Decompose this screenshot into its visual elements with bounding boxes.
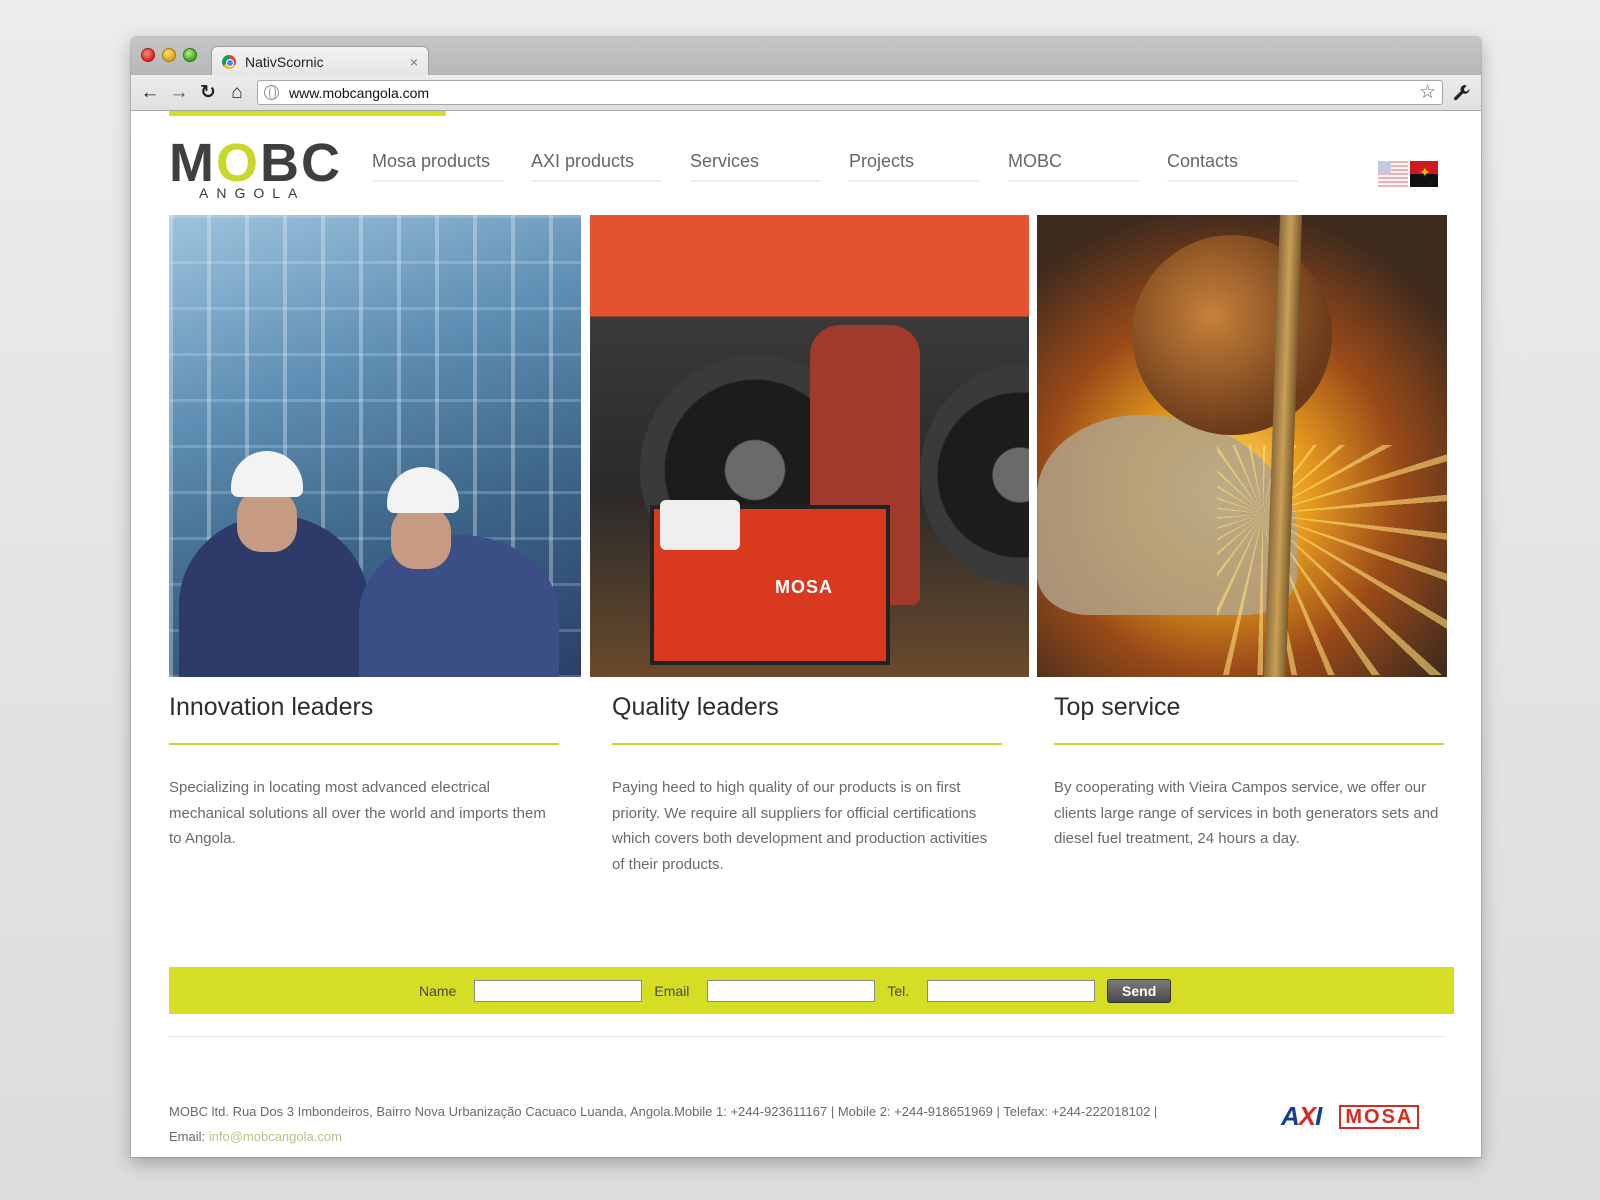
footer-email-line: Email: info@mobcangola.com [169, 1124, 1229, 1149]
logo-wordmark: MOBC [169, 133, 342, 193]
feature-text: By cooperating with Vieira Campos servic… [1054, 779, 1439, 847]
nav-item-contacts[interactable]: Contacts [1167, 151, 1326, 182]
tel-field[interactable] [927, 979, 1096, 1002]
name-label: Name [419, 982, 457, 999]
footer-email-label: Email: [169, 1129, 206, 1144]
browser-toolbar: ← → ↻ ⌂ www.mobcangola.com ☆ [131, 75, 1481, 111]
nav-item-services[interactable]: Services [690, 151, 849, 182]
reload-icon[interactable]: ↻ [195, 80, 221, 106]
logo-subtitle: ANGOLA [199, 185, 306, 201]
browser-tab[interactable]: NativScornic × [211, 46, 429, 76]
footer-contact-info: MOBC ltd. Rua Dos 3 Imbondeiros, Bairro … [169, 1099, 1229, 1149]
us-flag-icon[interactable] [1378, 161, 1408, 187]
feature-text: Specializing in locating most advanced e… [169, 779, 546, 847]
url-text[interactable]: www.mobcangola.com [289, 85, 1419, 101]
feature-title: Quality leaders [612, 693, 1002, 745]
send-button[interactable]: Send [1107, 978, 1172, 1003]
tab-close-icon[interactable]: × [410, 54, 418, 70]
mosa-logo[interactable]: MOSA [1339, 1104, 1420, 1129]
web-page: MOBC ANGOLA Mosa products AXI products S… [131, 111, 1481, 1157]
footer-divider [169, 1036, 1444, 1037]
browser-titlebar: NativScornic × [131, 37, 1481, 76]
nav-item-axi-products[interactable]: AXI products [531, 151, 690, 182]
tel-label: Tel. [887, 982, 910, 999]
contact-form: Name Email Tel. Send [169, 967, 1454, 1014]
footer-email-link[interactable]: info@mobcangola.com [209, 1129, 342, 1144]
maximize-window-icon[interactable] [183, 48, 197, 62]
axi-logo[interactable]: AXI [1281, 1101, 1322, 1132]
browser-window: NativScornic × ← → ↻ ⌂ www.mobcangola.co… [131, 37, 1481, 1157]
tab-title: NativScornic [245, 53, 324, 70]
nav-item-mobc[interactable]: MOBC [1008, 151, 1167, 182]
feature-column-service: Top service By cooperating with Vieira C… [1054, 693, 1444, 852]
feature-column-innovation: Innovation leaders Specializing in locat… [169, 693, 559, 852]
feature-title: Top service [1054, 693, 1444, 745]
email-field[interactable] [707, 979, 876, 1002]
back-arrow-icon[interactable]: ← [137, 80, 163, 106]
nav-item-mosa-products[interactable]: Mosa products [372, 151, 531, 182]
chrome-favicon-icon [222, 54, 236, 69]
page-load-progress-bar [169, 111, 446, 116]
hero-image-welder [1037, 215, 1447, 677]
email-label: Email [654, 982, 690, 999]
feature-title: Innovation leaders [169, 693, 559, 745]
close-window-icon[interactable] [141, 48, 155, 62]
partner-logos: AXI MOSA [1281, 1101, 1420, 1132]
footer-address: MOBC ltd. Rua Dos 3 Imbondeiros, Bairro … [169, 1104, 1158, 1119]
feature-text: Paying heed to high quality of our produ… [612, 779, 988, 873]
feature-column-quality: Quality leaders Paying heed to high qual… [612, 693, 1002, 877]
forward-arrow-icon[interactable]: → [166, 80, 192, 106]
angola-flag-icon[interactable] [1410, 161, 1438, 187]
wrench-menu-icon[interactable] [1449, 80, 1475, 106]
hero-image-engineers [169, 215, 581, 677]
address-bar[interactable]: www.mobcangola.com ☆ [257, 80, 1443, 105]
main-nav: Mosa products AXI products Services Proj… [372, 151, 1326, 182]
name-field[interactable] [474, 979, 643, 1002]
hero-image-generator: MOSA [590, 215, 1029, 677]
mobc-logo[interactable]: MOBC ANGOLA [169, 133, 342, 205]
language-switcher [1378, 161, 1438, 187]
generator-brand-label: MOSA [775, 577, 833, 597]
minimize-window-icon[interactable] [162, 48, 176, 62]
globe-icon [264, 85, 279, 100]
home-icon[interactable]: ⌂ [224, 80, 250, 106]
bookmark-star-icon[interactable]: ☆ [1419, 81, 1436, 104]
nav-item-projects[interactable]: Projects [849, 151, 1008, 182]
